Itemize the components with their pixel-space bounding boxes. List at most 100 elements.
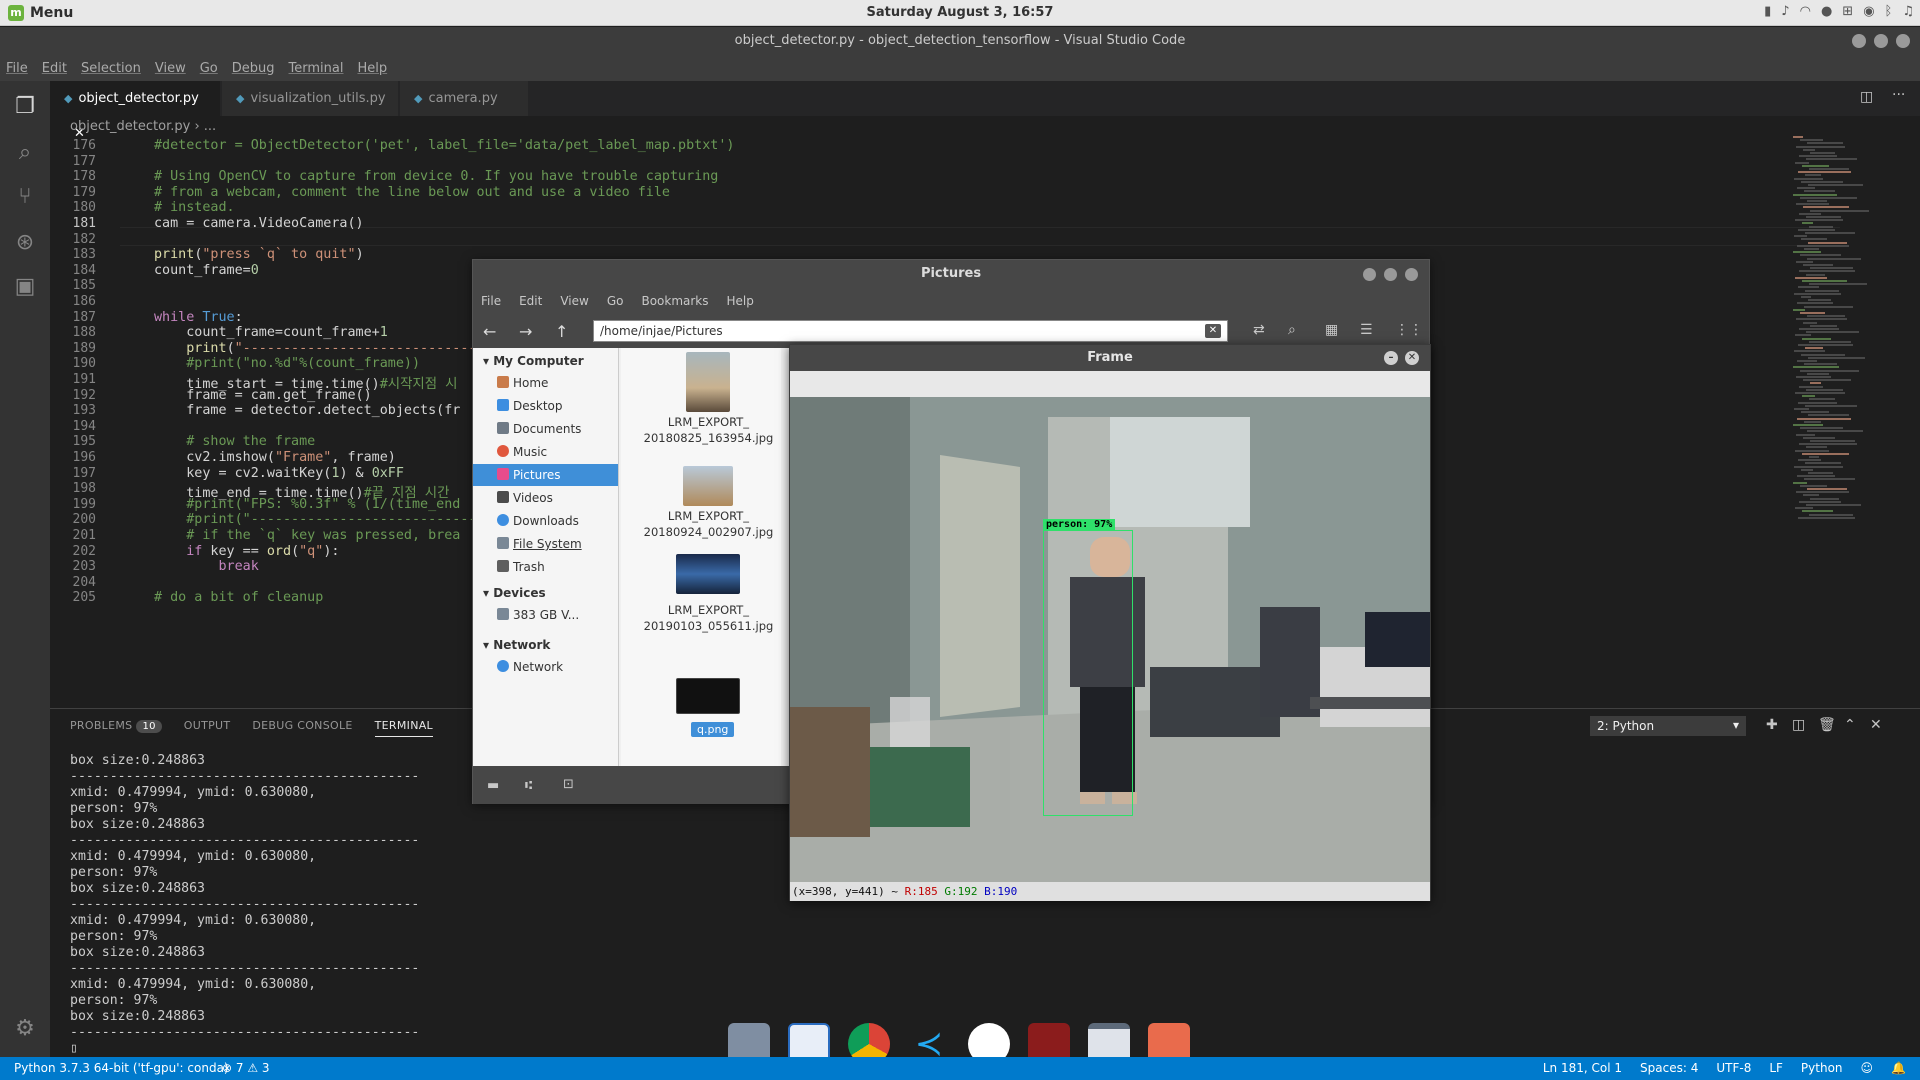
back-arrow-icon[interactable]: ←: [483, 322, 496, 341]
file-name[interactable]: LRM_EXPORT_ 20180825_163954.jpg: [621, 414, 796, 446]
frame-minimize-button[interactable]: –: [1384, 351, 1398, 365]
sidebar-item-music[interactable]: Music: [473, 441, 618, 463]
section-devices[interactable]: ▾ Devices: [483, 586, 546, 600]
code-line[interactable]: cv2.imshow("Frame", frame): [154, 450, 396, 465]
code-line[interactable]: print("press `q` to quit"): [154, 247, 364, 262]
camera-frame-image[interactable]: person: 97%: [790, 397, 1430, 882]
code-line[interactable]: # Using OpenCV to capture from device 0.…: [154, 169, 718, 184]
fm-maximize-button[interactable]: [1384, 268, 1397, 281]
code-line[interactable]: if key == ord("q"):: [154, 544, 339, 559]
clear-location-icon[interactable]: ✕: [1205, 324, 1221, 338]
code-line[interactable]: break: [154, 559, 259, 574]
tab-object-detector[interactable]: ◆ object_detector.py ✕: [50, 81, 220, 141]
list-view-icon[interactable]: ☰: [1360, 322, 1373, 338]
search-icon[interactable]: ⌕: [9, 137, 41, 169]
sidebar-item-network[interactable]: Network: [473, 656, 618, 678]
clock[interactable]: Saturday August 3, 16:57: [0, 5, 1920, 20]
breadcrumb[interactable]: object_detector.py › ...: [70, 119, 216, 134]
code-line[interactable]: # if the `q` key was pressed, brea: [154, 528, 460, 543]
toggle-location-icon[interactable]: ⇄: [1253, 322, 1265, 338]
code-line[interactable]: # do a bit of cleanup: [154, 590, 323, 605]
smiley-icon[interactable]: ☺: [1861, 1057, 1874, 1080]
terminal-select[interactable]: 2: Python: [1590, 716, 1746, 736]
code-line[interactable]: # from a webcam, comment the line below …: [154, 185, 670, 200]
sidebar-item-home[interactable]: Home: [473, 372, 618, 394]
fm-close-button[interactable]: [1405, 268, 1418, 281]
explorer-icon[interactable]: ❐: [9, 91, 41, 123]
menu-file[interactable]: File: [6, 61, 28, 76]
notification-icon[interactable]: ♫: [1902, 4, 1914, 19]
end-of-line[interactable]: LF: [1769, 1057, 1783, 1080]
minimap[interactable]: [1785, 136, 1875, 708]
encoding[interactable]: UTF-8: [1716, 1057, 1751, 1080]
close-panel-icon[interactable]: ✕: [1870, 717, 1882, 733]
cursor-position[interactable]: Ln 181, Col 1: [1543, 1057, 1622, 1080]
fm-menu-view[interactable]: View: [560, 294, 588, 308]
user-icon[interactable]: ●: [1821, 4, 1832, 19]
tab-camera[interactable]: ◆ camera.py: [400, 81, 528, 116]
maximize-button[interactable]: [1874, 34, 1888, 48]
tab-problems[interactable]: PROBLEMS 10: [70, 719, 162, 737]
menu-help[interactable]: Help: [357, 61, 387, 76]
code-line[interactable]: # show the frame: [154, 434, 315, 449]
sidebar-item-downloads[interactable]: Downloads: [473, 510, 618, 532]
wifi-icon[interactable]: ◠: [1800, 4, 1811, 19]
up-arrow-icon[interactable]: ↑: [555, 322, 568, 341]
code-line[interactable]: key = cv2.waitKey(1) & 0xFF: [154, 466, 404, 481]
language-mode[interactable]: Python: [1801, 1057, 1843, 1080]
menu-debug[interactable]: Debug: [232, 61, 275, 76]
split-terminal-icon[interactable]: ◫: [1792, 717, 1805, 733]
sidebar-item-documents[interactable]: Documents: [473, 418, 618, 440]
tab-visualization-utils[interactable]: ◆ visualization_utils.py: [222, 81, 398, 116]
code-line[interactable]: #print("------------------------------: [154, 512, 492, 527]
frame-close-button[interactable]: ✕: [1405, 351, 1419, 365]
fm-minimize-button[interactable]: [1363, 268, 1376, 281]
bell-icon[interactable]: 🔔: [1891, 1057, 1906, 1080]
extensions-icon[interactable]: ▣: [9, 271, 41, 303]
file-thumbnail[interactable]: [683, 466, 733, 506]
fm-search-icon[interactable]: ⌕: [1288, 322, 1296, 338]
hide-sidebar-icon[interactable]: ⊡: [563, 777, 574, 792]
code-line[interactable]: #detector = ObjectDetector('pet', label_…: [154, 138, 734, 153]
code-line[interactable]: while True:: [154, 310, 243, 325]
fm-menu-bookmarks[interactable]: Bookmarks: [641, 294, 708, 308]
fm-menu-help[interactable]: Help: [727, 294, 754, 308]
sidebar-item-file-system[interactable]: File System: [473, 533, 618, 555]
split-editor-icon[interactable]: ◫: [1860, 89, 1873, 105]
code-line[interactable]: #print("FPS: %0.3f" % (1/(time_end: [154, 497, 460, 512]
code-line[interactable]: #print("no.%d"%(count_frame)): [154, 356, 420, 371]
sidebar-item-volume[interactable]: 383 GB V...: [473, 604, 618, 626]
selected-file-name[interactable]: q.png: [691, 722, 735, 737]
gear-icon[interactable]: ⚙: [9, 1013, 41, 1045]
section-my-computer[interactable]: ▾ My Computer: [483, 354, 584, 368]
file-thumbnail[interactable]: [676, 554, 740, 594]
code-line[interactable]: frame = cam.get_frame(): [154, 388, 371, 403]
maximize-panel-icon[interactable]: ⌃: [1844, 717, 1856, 733]
debug-icon[interactable]: ⊛: [9, 227, 41, 259]
fm-menu-edit[interactable]: Edit: [519, 294, 542, 308]
file-thumbnail[interactable]: [676, 678, 740, 714]
close-button[interactable]: [1896, 34, 1910, 48]
more-actions-icon[interactable]: ···: [1892, 87, 1905, 103]
tab-debug-console[interactable]: DEBUG CONSOLE: [252, 719, 352, 737]
trash-icon[interactable]: 🗑: [1818, 717, 1836, 733]
code-line[interactable]: cam = camera.VideoCamera(): [154, 216, 364, 231]
code-line[interactable]: print("------------------------------: [154, 341, 484, 356]
sidebar-item-pictures[interactable]: Pictures: [473, 464, 618, 486]
menu-edit[interactable]: Edit: [42, 61, 67, 76]
shield-icon[interactable]: ◉: [1863, 4, 1874, 19]
battery-icon[interactable]: ▮: [1764, 4, 1771, 19]
compact-view-icon[interactable]: ⋮⋮: [1395, 322, 1423, 338]
tab-output[interactable]: OUTPUT: [184, 719, 231, 737]
code-line[interactable]: # instead.: [154, 200, 235, 215]
show-treeview-icon[interactable]: ⑆: [525, 778, 532, 792]
code-line[interactable]: frame = detector.detect_objects(fr: [154, 403, 460, 418]
icon-view-icon[interactable]: ▦: [1325, 322, 1338, 338]
bluetooth-icon[interactable]: ᛒ: [1885, 4, 1893, 19]
show-places-icon[interactable]: ▬: [487, 778, 499, 793]
indentation[interactable]: Spaces: 4: [1640, 1057, 1698, 1080]
sidebar-item-videos[interactable]: Videos: [473, 487, 618, 509]
network-icon[interactable]: ⊞: [1842, 4, 1853, 19]
volume-icon[interactable]: ♪: [1781, 4, 1789, 19]
code-line[interactable]: count_frame=0: [154, 263, 259, 278]
